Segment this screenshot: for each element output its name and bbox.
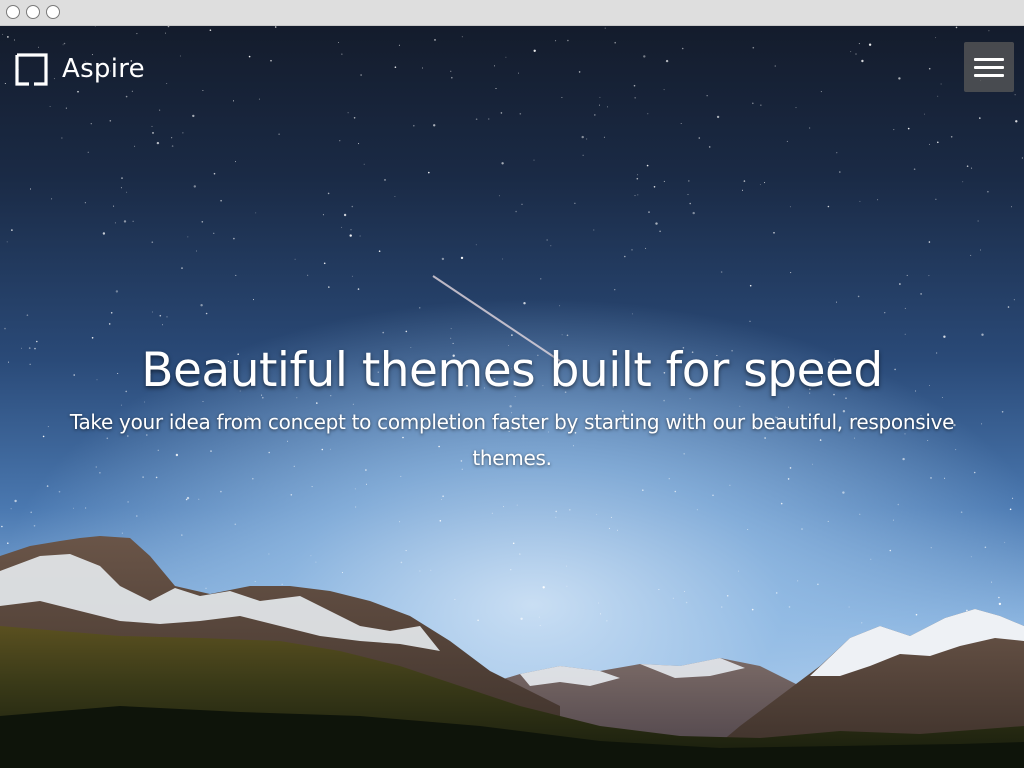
square-bracket-logo-icon xyxy=(15,52,48,86)
hero-section: Aspire Beautiful themes built for speed … xyxy=(0,26,1024,768)
window-close-button[interactable] xyxy=(6,5,20,19)
brand-name: Aspire xyxy=(62,54,145,84)
window-minimize-button[interactable] xyxy=(26,5,40,19)
browser-window: Aspire Beautiful themes built for speed … xyxy=(0,0,1024,768)
window-titlebar xyxy=(0,0,1024,26)
brand-link[interactable]: Aspire xyxy=(15,51,145,87)
hamburger-menu-button[interactable] xyxy=(964,42,1014,92)
hero-content: Beautiful themes built for speed Take yo… xyxy=(40,338,984,476)
hamburger-menu-icon-line xyxy=(974,66,1004,69)
hero-subtitle: Take your idea from concept to completio… xyxy=(69,410,955,470)
hamburger-menu-icon xyxy=(974,58,1004,61)
hamburger-menu-icon-line xyxy=(974,74,1004,77)
hero-title: Beautiful themes built for speed xyxy=(141,343,883,398)
window-maximize-button[interactable] xyxy=(46,5,60,19)
